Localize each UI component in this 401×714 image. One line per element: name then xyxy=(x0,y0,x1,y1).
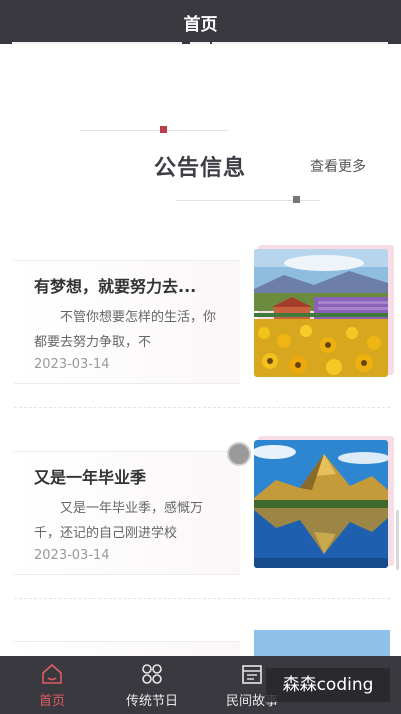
tab-home[interactable]: 首页 xyxy=(2,656,102,714)
decor-line-top xyxy=(80,130,228,131)
news-summary: 不管你想要怎样的生活，你都要去努力争取，不 xyxy=(34,310,217,350)
tab-label: 传统节日 xyxy=(125,694,178,709)
tab-festivals[interactable]: 传统节日 xyxy=(102,656,202,714)
app-screen: 首页 公告信息 查看更多 有梦想，就要努力去... 不管你想要怎样的生活，你都要… xyxy=(0,0,401,714)
decor-dot-grey xyxy=(293,196,300,203)
top-navigation-bar: 首页 xyxy=(0,0,401,44)
news-card-text: 又是一年毕业季 又是一年毕业季，感慨万千，还记的自己刚进学校 2023-03-1… xyxy=(14,451,240,575)
sunflower-field-photo xyxy=(254,249,388,377)
home-icon xyxy=(42,663,62,684)
news-summary: 又是一年毕业季，感慨万千，还记的自己刚进学校 xyxy=(34,501,204,541)
notice-section-title: 公告信息 xyxy=(154,156,247,181)
news-title: 有梦想，就要努力去... xyxy=(34,277,197,296)
grid-icon xyxy=(142,664,162,684)
view-more-link[interactable]: 查看更多 xyxy=(310,156,366,176)
page-title: 首页 xyxy=(183,14,218,35)
news-image-frame xyxy=(254,436,394,570)
news-date: 2023-03-14 xyxy=(34,357,110,372)
calendar-icon xyxy=(242,665,262,684)
tab-label: 首页 xyxy=(38,694,65,709)
news-card-text: 有梦想，就要努力去... 不管你想要怎样的生活，你都要去努力争取，不 2023-… xyxy=(14,260,240,384)
decor-dot-red xyxy=(160,126,167,133)
news-image-frame xyxy=(254,245,394,379)
swiper-indicator-active xyxy=(190,42,210,44)
divider xyxy=(14,407,390,408)
swiper-indicator xyxy=(212,42,388,44)
swiper-indicator xyxy=(12,42,182,44)
divider xyxy=(14,598,390,599)
watermark-overlay: 森森coding xyxy=(266,668,390,702)
news-title: 又是一年毕业季 xyxy=(34,468,147,487)
mountain-lake-photo xyxy=(254,440,388,568)
scrollbar[interactable] xyxy=(396,510,399,570)
news-date: 2023-03-14 xyxy=(34,548,110,563)
floating-drag-handle[interactable] xyxy=(227,442,251,466)
